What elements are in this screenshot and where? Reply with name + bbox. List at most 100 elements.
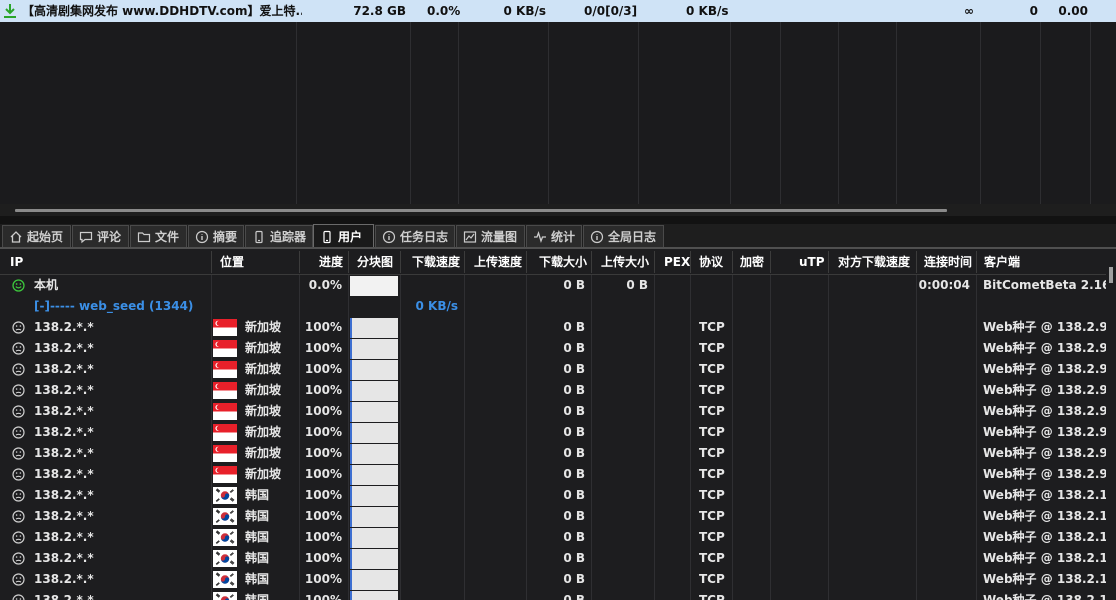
- peer-location: 新加坡: [245, 341, 282, 355]
- peer-table[interactable]: IP 位置 进度 分块图 下载速度 上传速度 下载大小 上传大小 PEX 协议 …: [0, 249, 1116, 600]
- web-seed-group-toggle[interactable]: [-]----- web_seed (1344): [34, 296, 209, 317]
- peer-row[interactable]: 138.2.*.* 新加坡 100% 0 B TCP Web种子 @ 138.2.92: [0, 380, 1106, 401]
- peer-location: 韩国: [245, 593, 270, 600]
- peer-row[interactable]: 138.2.*.* 韩国 100% 0 B TCP Web种子 @ 138.2.11: [0, 485, 1106, 506]
- peer-row[interactable]: 138.2.*.* 新加坡 100% 0 B TCP Web种子 @ 138.2.92: [0, 338, 1106, 359]
- peer-row[interactable]: 138.2.*.* 韩国 100% 0 B TCP Web种子 @ 138.2.11: [0, 506, 1106, 527]
- neutral-face-icon: [12, 426, 25, 439]
- tab-statistics[interactable]: 统计: [526, 225, 582, 247]
- peer-client: Web种子 @ 138.2.92: [983, 446, 1106, 460]
- tab-peers[interactable]: 用户: [313, 224, 374, 248]
- peer-progress: 100%: [304, 446, 342, 460]
- column-header-progress[interactable]: 进度: [315, 249, 347, 275]
- pane-splitter[interactable]: [0, 216, 1116, 224]
- peer-protocol: TCP: [699, 404, 725, 418]
- tab-trackers[interactable]: 追踪器: [245, 225, 313, 247]
- header-separator: [732, 251, 733, 273]
- column-header-utp[interactable]: uTP: [795, 249, 829, 275]
- peer-download-size: 0 B: [563, 320, 585, 334]
- task-seeds: 0/0[0/3]: [584, 4, 638, 18]
- header-separator: [464, 251, 465, 273]
- horizontal-scrollbar[interactable]: [15, 209, 947, 212]
- web-seed-group-row[interactable]: [-]----- web_seed (1344) 0 KB/s: [0, 296, 1106, 317]
- peer-row[interactable]: 138.2.*.* 新加坡 100% 0 B TCP Web种子 @ 138.2.92: [0, 359, 1106, 380]
- peer-download-size: 0 B: [563, 551, 585, 565]
- peer-client: Web种子 @ 138.2.11: [983, 530, 1106, 544]
- pulse-icon: [534, 230, 546, 243]
- peer-row[interactable]: 138.2.*.* 新加坡 100% 0 B TCP Web种子 @ 138.2.92: [0, 464, 1106, 485]
- peer-ip: 138.2.*.*: [34, 404, 94, 418]
- peer-protocol: TCP: [699, 320, 725, 334]
- detail-tabbar: 起始页 评论 文件 摘要 追踪器 用户 任务日志 流量图 统计 全局日志: [0, 224, 1116, 248]
- peer-row[interactable]: 138.2.*.* 韩国 100% 0 B TCP Web种子 @ 138.2.11: [0, 548, 1106, 569]
- neutral-face-icon: [12, 405, 25, 418]
- column-header-block-map[interactable]: 分块图: [353, 249, 397, 275]
- tab-global-log[interactable]: 全局日志: [583, 225, 664, 247]
- tab-files[interactable]: 文件: [130, 225, 187, 247]
- peer-protocol: TCP: [699, 383, 725, 397]
- block-map: [350, 465, 398, 485]
- peer-progress: 100%: [304, 341, 342, 355]
- task-download-speed: 0 KB/s: [503, 4, 547, 18]
- tab-label: 追踪器: [270, 230, 307, 244]
- header-separator: [916, 251, 917, 273]
- tab-label: 流量图: [481, 230, 518, 244]
- task-size: 72.8 GB: [353, 4, 406, 18]
- peer-ip: 138.2.*.*: [34, 509, 94, 523]
- web-seed-download-speed: 0 KB/s: [415, 299, 459, 313]
- header-separator: [348, 251, 349, 273]
- peer-protocol: TCP: [699, 509, 725, 523]
- peer-protocol: TCP: [699, 593, 725, 600]
- column-header-upload-size[interactable]: 上传大小: [597, 249, 653, 275]
- scrollbar-thumb[interactable]: [1109, 267, 1113, 283]
- peer-row[interactable]: 138.2.*.* 新加坡 100% 0 B TCP Web种子 @ 138.2.92: [0, 422, 1106, 443]
- header-separator: [976, 251, 977, 273]
- column-header-location[interactable]: 位置: [216, 249, 248, 275]
- tab-start-page[interactable]: 起始页: [2, 225, 71, 247]
- tab-traffic-chart[interactable]: 流量图: [456, 225, 525, 247]
- column-divider: [896, 22, 897, 204]
- neutral-face-icon: [12, 573, 25, 586]
- column-header-upload-speed[interactable]: 上传速度: [470, 249, 526, 275]
- peer-row[interactable]: 138.2.*.* 新加坡 100% 0 B TCP Web种子 @ 138.2.92: [0, 443, 1106, 464]
- column-header-ip[interactable]: IP: [6, 249, 27, 275]
- peer-row[interactable]: 138.2.*.* 韩国 100% 0 B TCP Web种子 @ 138.2.11: [0, 527, 1106, 548]
- peer-row[interactable]: 138.2.*.* 新加坡 100% 0 B TCP Web种子 @ 138.2.92: [0, 317, 1106, 338]
- header-separator: [828, 251, 829, 273]
- task-row[interactable]: 【高清剧集网发布 www.DDHDTV.com】爱上特... 72.8 GB 0…: [0, 0, 1116, 22]
- peer-progress: 100%: [304, 530, 342, 544]
- column-header-download-size[interactable]: 下载大小: [535, 249, 591, 275]
- task-list[interactable]: 【高清剧集网发布 www.DDHDTV.com】爱上特... 72.8 GB 0…: [0, 0, 1116, 204]
- peer-location: 韩国: [245, 572, 270, 586]
- column-divider: [638, 22, 639, 204]
- peer-client: Web种子 @ 138.2.92: [983, 362, 1106, 376]
- column-header-encryption[interactable]: 加密: [736, 249, 768, 275]
- peer-progress: 100%: [304, 572, 342, 586]
- peer-row[interactable]: 138.2.*.* 韩国 100% 0 B TCP Web种子 @ 138.2.11: [0, 590, 1106, 600]
- peer-upload-size: 0 B: [626, 278, 648, 292]
- tracker-icon: [255, 230, 263, 243]
- peer-download-size: 0 B: [563, 488, 585, 502]
- task-upload-speed: 0 KB/s: [686, 4, 729, 18]
- column-header-peer-download-speed[interactable]: 对方下载速度: [834, 249, 914, 275]
- peer-client: Web种子 @ 138.2.92: [983, 383, 1106, 397]
- column-header-download-speed[interactable]: 下载速度: [408, 249, 464, 275]
- column-header-protocol[interactable]: 协议: [695, 249, 727, 275]
- peer-download-size: 0 B: [563, 404, 585, 418]
- column-header-client[interactable]: 客户端: [980, 249, 1024, 275]
- block-map: [350, 507, 398, 527]
- neutral-face-icon: [12, 510, 25, 523]
- peer-row[interactable]: 138.2.*.* 韩国 100% 0 B TCP Web种子 @ 138.2.11: [0, 569, 1106, 590]
- info-icon: [590, 230, 604, 243]
- peer-row[interactable]: 138.2.*.* 新加坡 100% 0 B TCP Web种子 @ 138.2.92: [0, 401, 1106, 422]
- peer-client: Web种子 @ 138.2.92: [983, 341, 1106, 355]
- vertical-scrollbar[interactable]: [1106, 249, 1116, 600]
- tab-summary[interactable]: 摘要: [188, 225, 244, 247]
- local-peer-row[interactable]: 本机 0.0% 0 B 0 B 0:00:04 BitCometBeta 2.1…: [0, 275, 1106, 296]
- tab-comments[interactable]: 评论: [72, 225, 129, 247]
- flag-korea-icon: [213, 529, 237, 546]
- column-header-connect-time[interactable]: 连接时间: [920, 249, 976, 275]
- tab-task-log[interactable]: 任务日志: [375, 225, 455, 247]
- home-icon: [10, 230, 22, 243]
- column-divider: [730, 22, 731, 204]
